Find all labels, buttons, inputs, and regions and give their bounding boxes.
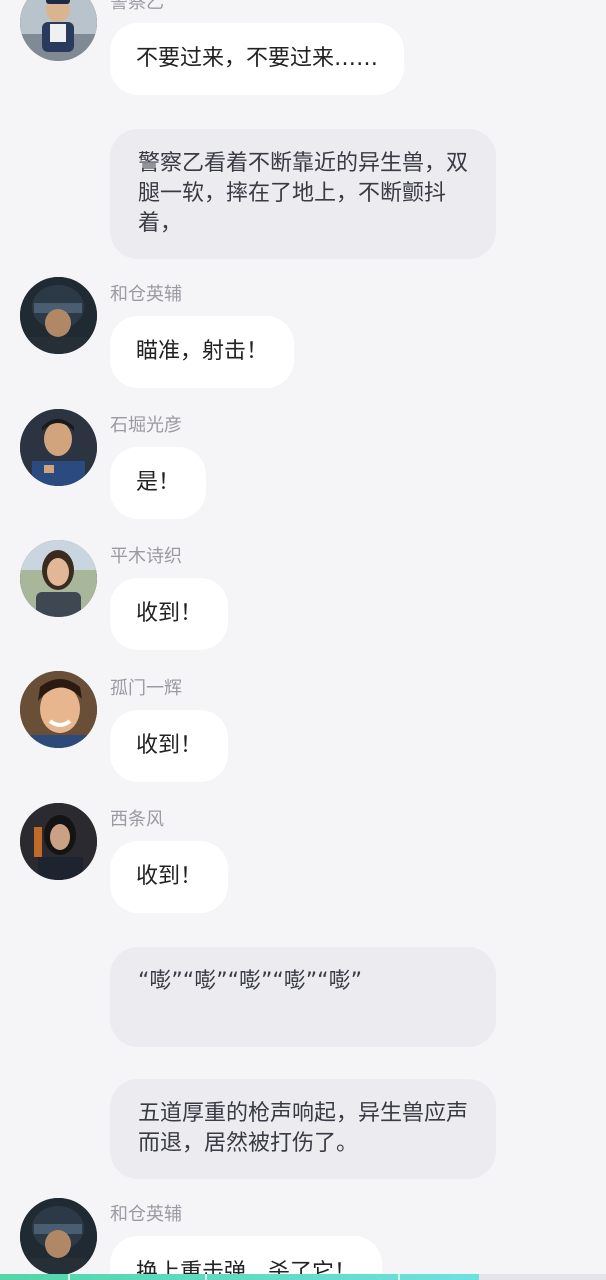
chat-feed: 警察乙 不要过来，不要过来…… 警察乙看着不断靠近的异生兽，双腿一软，摔在了地上… [0,0,606,1280]
narration-bubble[interactable]: 五道厚重的枪声响起，异生兽应声而退，居然被打伤了。 [110,1079,496,1179]
speaker-name: 孤门一辉 [110,678,182,699]
chat-bubble[interactable]: 收到！ [110,578,229,650]
speaker-name: 和仓英辅 [110,284,182,305]
speaker-name: 西条风 [110,809,164,830]
speaker-name: 平木诗织 [110,546,182,567]
narration-bubble[interactable]: 警察乙看着不断靠近的异生兽，双腿一软，摔在了地上，不断颤抖着， [110,129,496,259]
chat-bubble[interactable]: 是！ [110,447,207,519]
uniformed-man-avatar[interactable] [20,409,97,486]
smiling-man-avatar[interactable] [20,671,97,748]
chat-bubble[interactable]: 不要过来，不要过来…… [110,23,405,95]
progress-segment-divider [68,1274,70,1280]
helmeted-commander-avatar[interactable] [20,1198,97,1275]
reading-progress-fill [0,1274,479,1280]
chat-bubble[interactable]: 收到！ [110,841,229,913]
police-officer-avatar[interactable] [20,0,97,61]
dark-haired-woman-avatar[interactable] [20,803,97,880]
narration-bubble[interactable]: “嘭”“嘭”“嘭”“嘭”“嘭” [110,947,496,1047]
speaker-name: 警察乙 [110,0,164,13]
chat-bubble[interactable]: 瞄准，射击！ [110,316,295,388]
speaker-name: 和仓英辅 [110,1204,182,1225]
chat-bubble[interactable]: 收到！ [110,710,229,782]
speaker-name: 石堀光彦 [110,415,182,436]
helmeted-commander-avatar[interactable] [20,277,97,354]
progress-segment-divider [398,1274,400,1280]
progress-segment-divider [205,1274,207,1280]
reading-progress-bar[interactable] [0,1274,606,1280]
woman-avatar[interactable] [20,540,97,617]
